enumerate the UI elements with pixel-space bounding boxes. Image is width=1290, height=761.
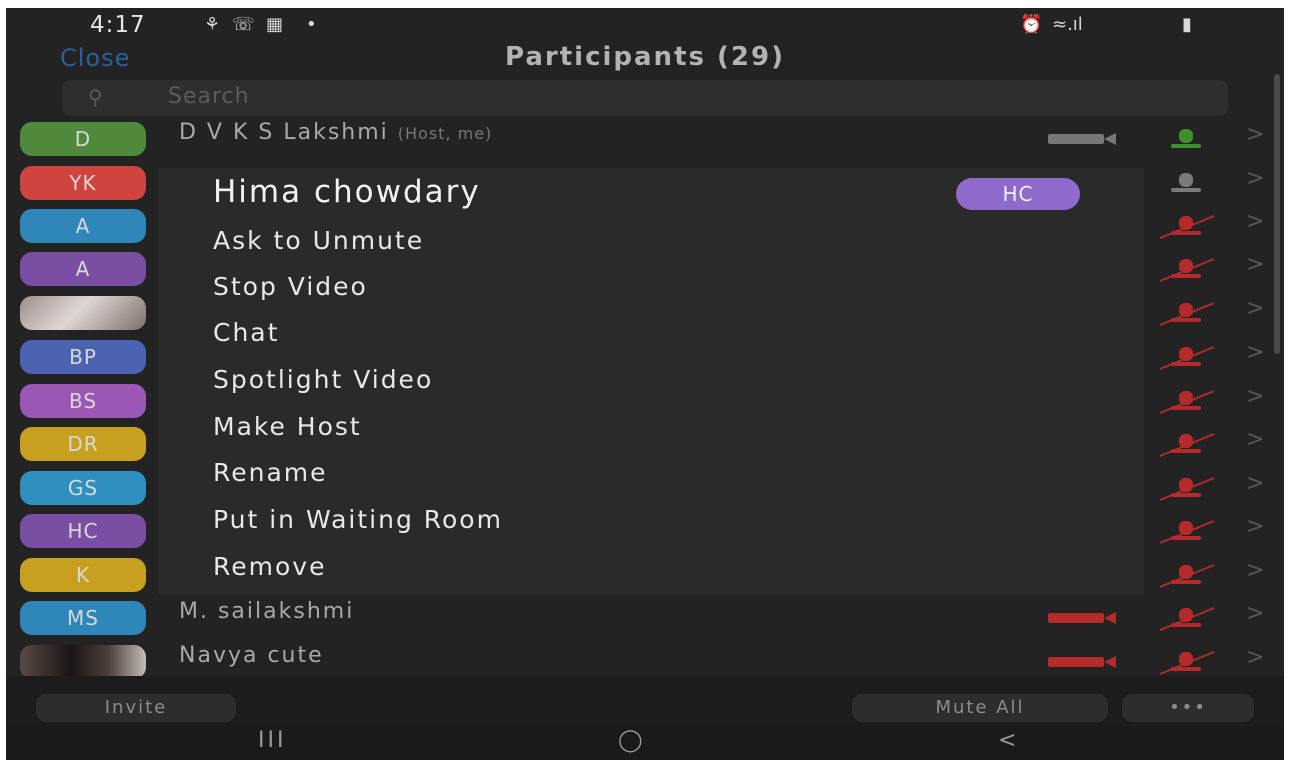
microphone-muted-icon [1159, 302, 1215, 326]
participant-avatar: K [20, 558, 146, 592]
chevron-right-icon[interactable]: > [1246, 166, 1264, 191]
chevron-right-icon[interactable]: > [1246, 427, 1264, 452]
microphone-muted-icon [1159, 433, 1215, 457]
chevron-right-icon[interactable]: > [1246, 252, 1264, 277]
participant-avatar [20, 645, 146, 679]
whatsapp-icon: ☏ [232, 14, 255, 35]
microphone-muted-icon [1159, 651, 1215, 675]
participant-avatar: MS [20, 601, 146, 635]
wifi-signal-icon: ≈.ıl [1052, 14, 1083, 35]
dot-icon: • [306, 14, 317, 35]
microphone-muted-icon [1159, 477, 1215, 501]
participant-avatar: A [20, 252, 146, 286]
chevron-right-icon[interactable]: > [1246, 601, 1264, 626]
chevron-right-icon[interactable]: > [1246, 122, 1264, 147]
microphone-muted-icon [1159, 564, 1215, 588]
participant-avatar [20, 296, 146, 330]
participant-name-text: D V K S Lakshmi [179, 120, 389, 145]
mute-all-button[interactable]: Mute All [852, 694, 1108, 722]
alarm-icon: ⏰ [1020, 14, 1043, 35]
participant-avatar: GS [20, 471, 146, 505]
chevron-right-icon[interactable]: > [1246, 384, 1264, 409]
invite-button[interactable]: Invite [36, 694, 236, 722]
microphone-icon [1171, 173, 1201, 192]
participants-screen: 4:17 ⚘ ☏ ▦ • ⏰ ≈.ıl ▮ Close Participants… [6, 8, 1284, 760]
video-icon [1048, 133, 1116, 145]
home-button[interactable]: ◯ [618, 728, 643, 753]
participant-avatar: HC [20, 514, 146, 548]
chevron-right-icon[interactable]: > [1246, 471, 1264, 496]
bottom-toolbar: Invite Mute All ••• [6, 676, 1284, 726]
chevron-right-icon[interactable]: > [1246, 340, 1264, 365]
menu-item-chat[interactable]: Chat [213, 318, 279, 347]
microphone-muted-icon [1159, 346, 1215, 370]
participant-avatar: D [20, 122, 146, 156]
participant-avatar: A [20, 209, 146, 243]
microphone-active-icon [1171, 129, 1201, 148]
more-options-button[interactable]: ••• [1122, 694, 1254, 722]
menu-item-spotlight-video[interactable]: Spotlight Video [213, 365, 433, 394]
chevron-right-icon[interactable]: > [1246, 645, 1264, 670]
chevron-right-icon[interactable]: > [1246, 296, 1264, 321]
battery-icon: ▮ [1182, 14, 1192, 35]
video-off-icon [1048, 656, 1116, 668]
participant-name: M. sailakshmi [179, 599, 354, 624]
microphone-muted-icon [1159, 520, 1215, 544]
search-placeholder: Search [168, 84, 250, 109]
back-button[interactable]: < [998, 728, 1016, 753]
scrollbar[interactable] [1274, 74, 1280, 354]
menu-participant-avatar: HC [956, 178, 1080, 210]
menu-item-put-in-waiting-room[interactable]: Put in Waiting Room [213, 505, 503, 534]
page-title: Participants (29) [505, 42, 785, 72]
menu-item-stop-video[interactable]: Stop Video [213, 272, 368, 301]
recent-apps-button[interactable]: III [258, 728, 286, 753]
chevron-right-icon[interactable]: > [1246, 558, 1264, 583]
participant-row[interactable]: D D V K S Lakshmi (Host, me) > [6, 116, 1268, 160]
participant-name-text: M. sailakshmi [179, 599, 355, 624]
gallery-icon: ▦ [266, 14, 284, 35]
menu-item-ask-to-unmute[interactable]: Ask to Unmute [213, 226, 424, 255]
status-time: 4:17 [90, 12, 146, 38]
microphone-muted-icon [1159, 390, 1215, 414]
chevron-right-icon[interactable]: > [1246, 514, 1264, 539]
notification-icon: ⚘ [204, 14, 221, 35]
menu-item-rename[interactable]: Rename [213, 458, 328, 487]
participant-avatar: YK [20, 166, 146, 200]
participant-role-tag: (Host, me) [397, 124, 493, 143]
participant-avatar: BP [20, 340, 146, 374]
chevron-right-icon[interactable]: > [1246, 209, 1264, 234]
microphone-muted-icon [1159, 258, 1215, 282]
participant-avatar: DR [20, 427, 146, 461]
participant-name: Navya cute [179, 643, 324, 668]
menu-item-make-host[interactable]: Make Host [213, 412, 362, 441]
video-off-icon [1048, 612, 1116, 624]
participant-context-menu: Hima chowdary HC Ask to Unmute Stop Vide… [158, 168, 1144, 594]
search-icon: ⚲ [88, 85, 103, 109]
menu-item-remove[interactable]: Remove [213, 552, 326, 581]
microphone-muted-icon [1159, 607, 1215, 631]
android-navigation-bar: III ◯ < [6, 726, 1284, 760]
participant-name: D V K S Lakshmi (Host, me) [179, 120, 492, 145]
participant-avatar: BS [20, 384, 146, 418]
status-bar: 4:17 ⚘ ☏ ▦ • ⏰ ≈.ıl ▮ [6, 8, 1284, 42]
search-input[interactable]: ⚲ Search [62, 80, 1228, 116]
microphone-muted-icon [1159, 215, 1215, 239]
menu-participant-name: Hima chowdary [213, 174, 481, 210]
participant-row[interactable]: MS M. sailakshmi > [6, 595, 1268, 639]
participant-name-text: Navya cute [179, 643, 324, 668]
